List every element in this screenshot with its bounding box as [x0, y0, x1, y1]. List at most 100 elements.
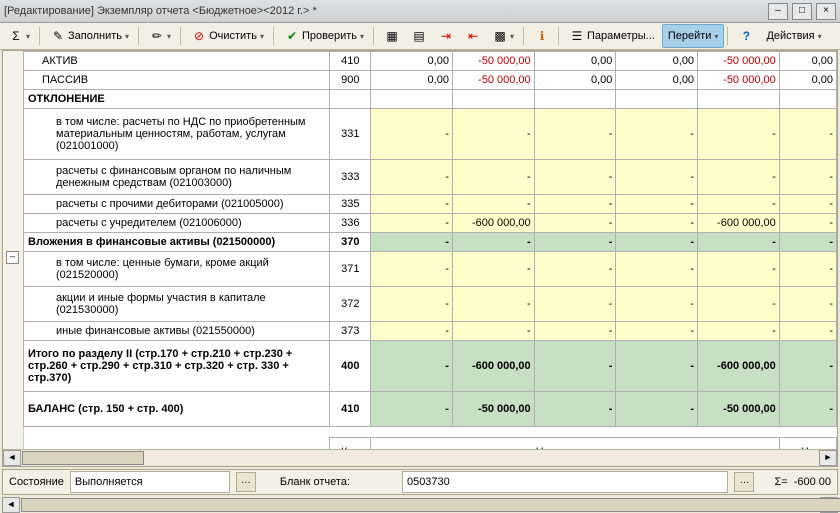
cell[interactable]: - — [371, 109, 453, 160]
cell[interactable]: - — [698, 287, 780, 322]
hscroll-right[interactable]: ► — [819, 450, 837, 466]
cell[interactable]: - — [371, 195, 453, 214]
cell[interactable]: - — [371, 214, 453, 233]
cell[interactable]: 0,00 — [534, 71, 616, 90]
cell[interactable]: 0,00 — [779, 52, 836, 71]
actions-button[interactable]: Действия▾ — [760, 24, 827, 48]
cell[interactable]: - — [534, 287, 616, 322]
window-hscroll[interactable]: ◄ ► — [2, 497, 838, 513]
row-code[interactable]: 371 — [330, 252, 371, 287]
state-field[interactable]: Выполняется — [70, 471, 230, 493]
fill-button[interactable]: ✎Заполнить▾ — [45, 24, 135, 48]
row-desc[interactable]: ОТКЛОНЕНИЕ — [24, 90, 330, 109]
tree-collapse-node[interactable]: – — [6, 251, 19, 264]
blank-picker-button[interactable]: … — [734, 472, 754, 492]
cell[interactable]: -50 000,00 — [698, 392, 780, 427]
hscroll-left[interactable]: ◄ — [3, 450, 21, 466]
cell[interactable]: -600 000,00 — [698, 214, 780, 233]
layout1-button[interactable]: ▦ — [379, 24, 405, 48]
cell[interactable]: - — [698, 160, 780, 195]
cell[interactable]: - — [452, 233, 534, 252]
cell[interactable]: 0,00 — [616, 52, 698, 71]
cell[interactable]: - — [371, 392, 453, 427]
cell[interactable]: - — [698, 322, 780, 341]
brush-button[interactable]: ✏▾ — [144, 24, 177, 48]
cell[interactable]: - — [534, 195, 616, 214]
cell[interactable]: - — [534, 109, 616, 160]
row-code[interactable]: 410 — [330, 52, 371, 71]
cell[interactable]: -50 000,00 — [698, 52, 780, 71]
cell[interactable]: - — [779, 392, 836, 427]
row-desc[interactable]: расчеты с финансовым органом по наличным… — [24, 160, 330, 195]
cell[interactable]: - — [452, 195, 534, 214]
cell[interactable]: - — [371, 252, 453, 287]
cell[interactable]: - — [779, 322, 836, 341]
cell[interactable]: - — [452, 160, 534, 195]
grid-button[interactable]: ▩▾ — [487, 24, 520, 48]
row-desc[interactable]: ПАССИВ — [24, 71, 330, 90]
row-code[interactable]: 372 — [330, 287, 371, 322]
cell[interactable]: - — [616, 287, 698, 322]
cell[interactable]: 0,00 — [371, 52, 453, 71]
cell[interactable]: - — [452, 109, 534, 160]
cell[interactable]: - — [779, 341, 836, 392]
cell[interactable]: - — [534, 392, 616, 427]
cell[interactable]: 0,00 — [616, 71, 698, 90]
row-code[interactable]: 400 — [330, 341, 371, 392]
cell[interactable]: - — [698, 109, 780, 160]
cell[interactable]: 0,00 — [779, 71, 836, 90]
cell[interactable]: - — [779, 252, 836, 287]
cell[interactable]: - — [616, 341, 698, 392]
cell[interactable]: - — [534, 214, 616, 233]
row-desc[interactable]: Вложения в финансовые активы (021500000) — [24, 233, 330, 252]
row-desc[interactable]: расчеты с учредителем (021006000) — [24, 214, 330, 233]
cell[interactable] — [698, 90, 780, 109]
cell[interactable] — [371, 90, 453, 109]
cell[interactable]: - — [534, 341, 616, 392]
cell[interactable]: - — [779, 233, 836, 252]
cell[interactable]: - — [452, 322, 534, 341]
cell[interactable]: -50 000,00 — [452, 392, 534, 427]
cell[interactable]: -50 000,00 — [452, 71, 534, 90]
cell[interactable]: -600 000,00 — [452, 214, 534, 233]
cell[interactable]: - — [698, 233, 780, 252]
cell[interactable]: - — [616, 195, 698, 214]
cell[interactable]: - — [534, 233, 616, 252]
cell[interactable]: - — [452, 252, 534, 287]
cell[interactable]: - — [698, 252, 780, 287]
row-code[interactable]: 900 — [330, 71, 371, 90]
cell[interactable]: - — [616, 109, 698, 160]
cell[interactable] — [452, 90, 534, 109]
sigma-button[interactable]: Σ▾ — [3, 24, 36, 48]
state-picker-button[interactable]: … — [236, 472, 256, 492]
row-code[interactable]: 336 — [330, 214, 371, 233]
close-button[interactable]: × — [816, 3, 836, 20]
check-button[interactable]: ✔Проверить▾ — [279, 24, 370, 48]
row-code[interactable]: 333 — [330, 160, 371, 195]
win-hscroll-track[interactable] — [21, 498, 819, 512]
cell[interactable]: - — [616, 233, 698, 252]
cell[interactable] — [779, 90, 836, 109]
cell[interactable]: - — [371, 322, 453, 341]
maximize-button[interactable]: □ — [792, 3, 812, 20]
row-code[interactable] — [330, 90, 371, 109]
cell[interactable]: -50 000,00 — [698, 71, 780, 90]
row-code[interactable]: 335 — [330, 195, 371, 214]
cell[interactable]: - — [779, 160, 836, 195]
grid-hscroll[interactable]: ◄ ► — [3, 449, 837, 466]
goto-button[interactable]: Перейти▾ — [662, 24, 725, 48]
row-desc[interactable]: акции и иные формы участия в капитале (0… — [24, 287, 330, 322]
clear-button[interactable]: ⊘Очистить▾ — [186, 24, 270, 48]
cell[interactable]: - — [779, 287, 836, 322]
cell[interactable]: -600 000,00 — [698, 341, 780, 392]
cell[interactable]: - — [616, 214, 698, 233]
cell[interactable]: - — [371, 160, 453, 195]
cell[interactable]: -600 000,00 — [452, 341, 534, 392]
params-button[interactable]: ☰Параметры... — [564, 24, 661, 48]
win-hscroll-left[interactable]: ◄ — [2, 497, 20, 513]
minimize-button[interactable]: – — [768, 3, 788, 20]
row-code[interactable]: 331 — [330, 109, 371, 160]
hscroll-track[interactable] — [22, 451, 818, 465]
cell[interactable]: - — [616, 322, 698, 341]
cell[interactable]: - — [779, 195, 836, 214]
